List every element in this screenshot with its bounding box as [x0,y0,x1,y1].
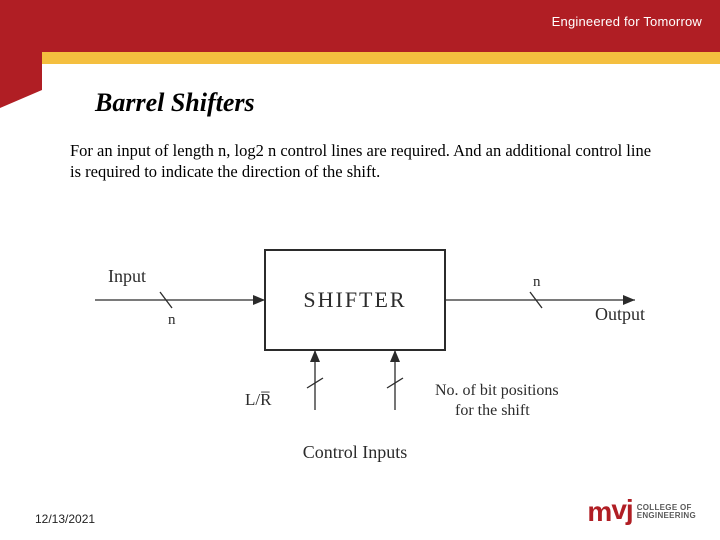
logo-text: COLLEGE OF ENGINEERING [637,504,696,521]
diagram-ctrl-right-l1: No. of bit positions [435,382,559,399]
diagram-output-width: n [533,274,541,290]
body-text: For an input of length n, log2 n control… [70,140,660,182]
footer-logo: mvj COLLEGE OF ENGINEERING [587,496,696,528]
corner-block [0,52,42,90]
diagram-input-label: Input [108,266,146,286]
logo-mark: mvj [587,496,632,528]
diagram-ctrl-right-l2: for the shift [455,402,530,419]
page-title: Barrel Shifters [95,88,255,118]
footer-date: 12/13/2021 [35,512,95,526]
diagram-block-label: SHIFTER [303,287,406,312]
diagram-ctrl-left-label: L/R̅ [245,390,272,409]
corner-wedge [0,90,42,108]
header-tagline: Engineered for Tomorrow [552,14,702,29]
header-bar: Engineered for Tomorrow [0,0,720,52]
diagram-output-label: Output [595,304,645,324]
header-stripe [0,52,720,64]
shifter-diagram: SHIFTER Input n Output n L/R̅ No. of bit… [40,210,680,470]
diagram-input-width: n [168,312,176,328]
diagram-bottom-label: Control Inputs [303,442,408,462]
